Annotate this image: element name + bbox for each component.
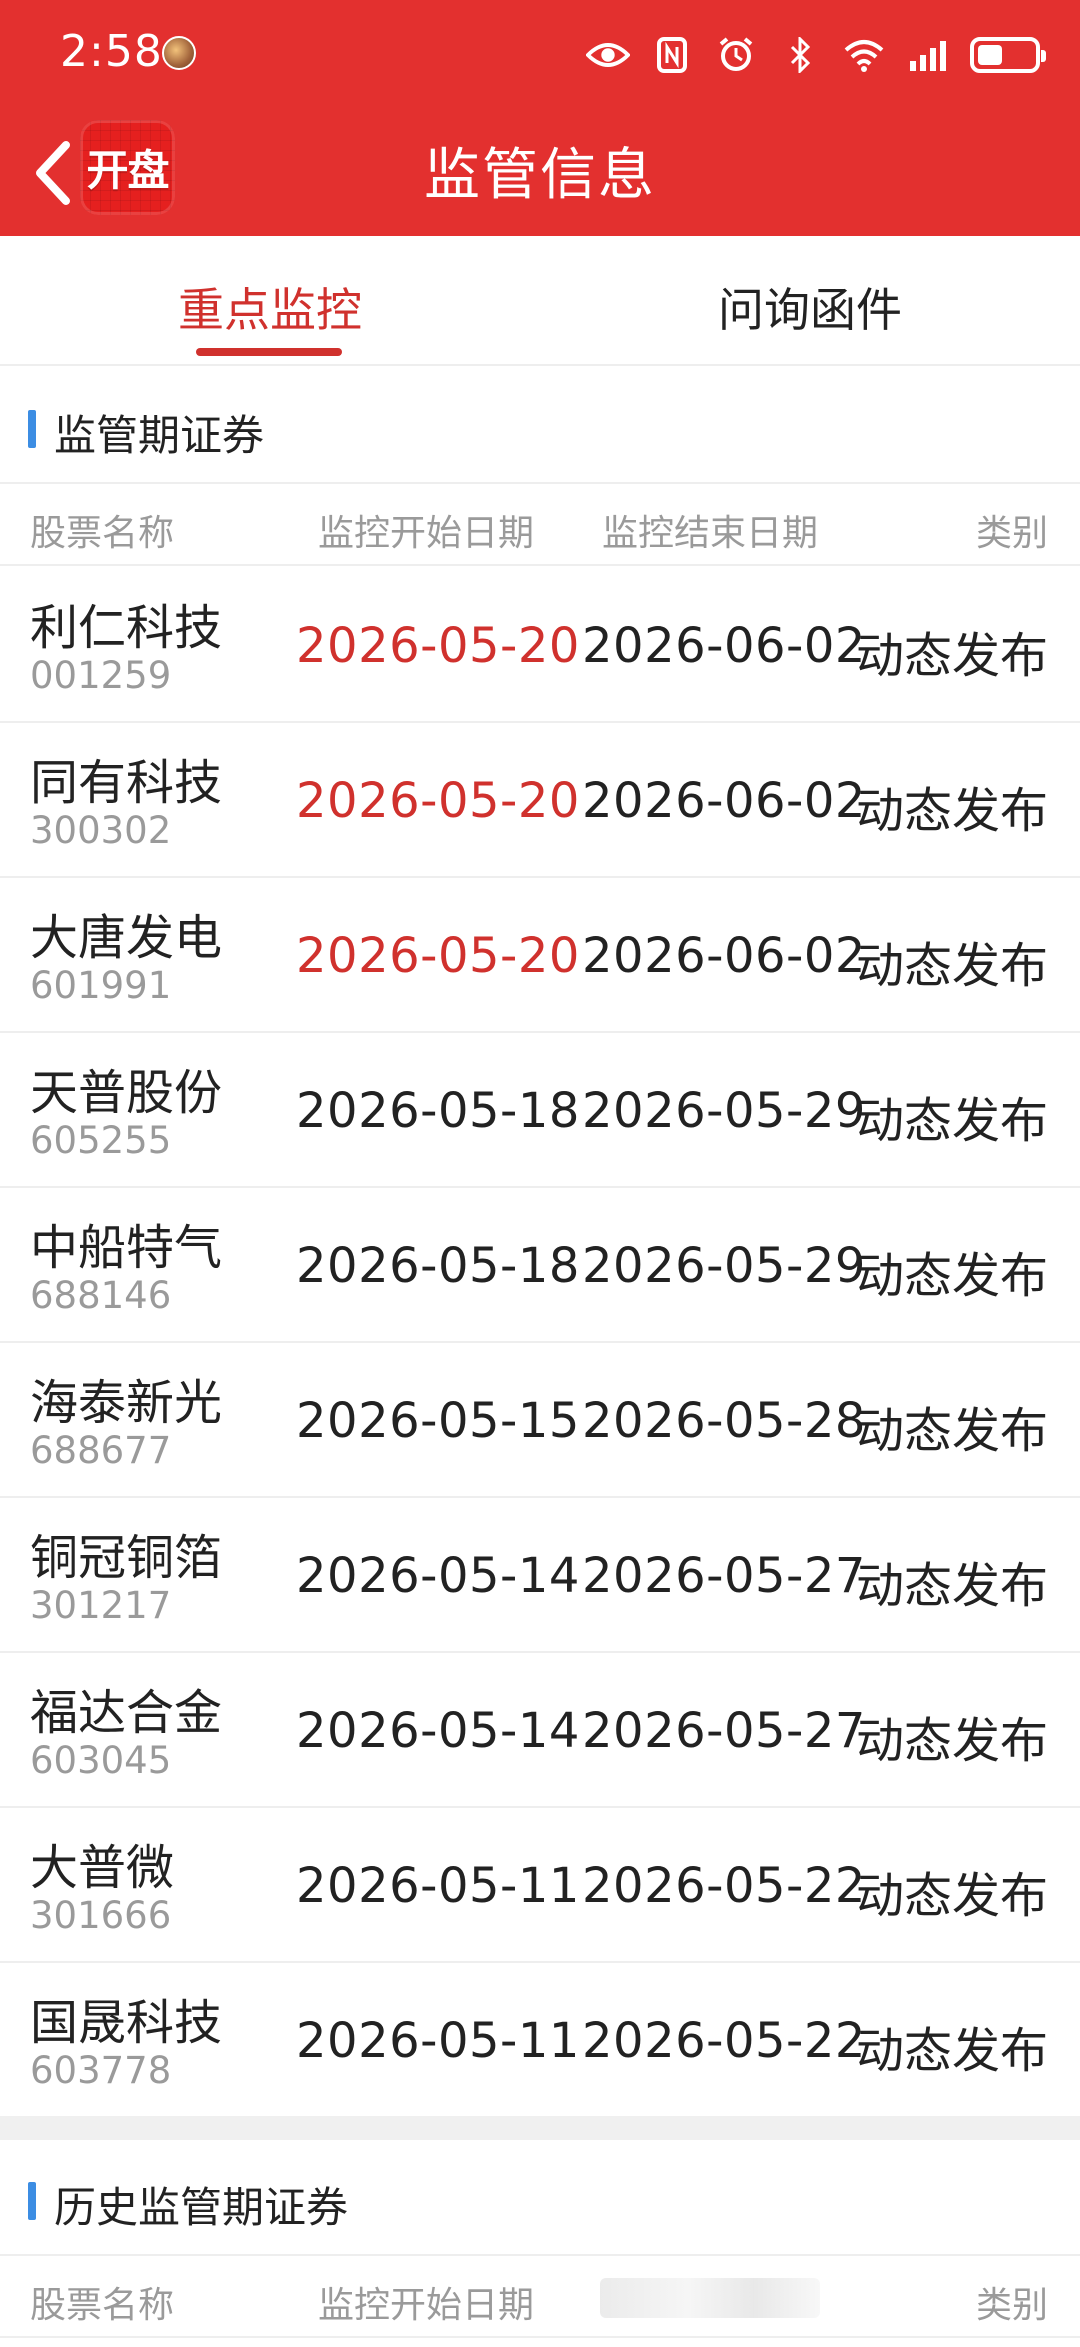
nfc-icon xyxy=(650,35,694,75)
stock-name: 国晟科技 xyxy=(30,1995,223,2051)
category: 动态发布 xyxy=(855,2023,1048,2079)
category: 动态发布 xyxy=(855,783,1048,839)
bluetooth-icon xyxy=(778,35,822,75)
end-date: 2026-05-22 xyxy=(582,2013,866,2069)
stock-name: 大唐发电 xyxy=(30,910,223,966)
start-date: 2026-05-20 xyxy=(296,618,580,674)
stock-code: 001259 xyxy=(30,654,172,697)
end-date: 2026-05-27 xyxy=(582,1548,866,1604)
end-date: 2026-05-28 xyxy=(582,1393,866,1449)
wifi-icon xyxy=(842,35,886,75)
stock-code: 300302 xyxy=(30,809,172,852)
alarm-icon xyxy=(714,35,758,75)
start-date: 2026-05-14 xyxy=(296,1703,580,1759)
table-row[interactable]: 同有科技 300302 2026-05-20 2026-06-02 动态发布 xyxy=(0,723,1080,878)
start-date: 2026-05-14 xyxy=(296,1548,580,1604)
column-header-row-history: 股票名称 监控开始日期 类别 xyxy=(0,2258,1080,2338)
table-row[interactable]: 福达合金 603045 2026-05-14 2026-05-27 动态发布 xyxy=(0,1653,1080,1808)
app-header: 2:58 开盘 监管信息 xyxy=(0,0,1080,236)
stock-code: 301666 xyxy=(30,1894,172,1937)
category: 动态发布 xyxy=(855,628,1048,684)
end-date: 2026-05-29 xyxy=(582,1083,866,1139)
column-header-name: 股票名称 xyxy=(30,2285,175,2326)
notification-avatar-icon xyxy=(162,36,196,70)
section-header-current: 监管期证券 xyxy=(0,368,1080,484)
column-header-name: 股票名称 xyxy=(30,513,175,554)
table-row[interactable]: 利仁科技 001259 2026-05-20 2026-06-02 动态发布 xyxy=(0,568,1080,723)
tab-inquiry-letters[interactable]: 问询函件 xyxy=(718,274,902,340)
column-header-start: 监控开始日期 xyxy=(318,2285,535,2326)
stock-code: 688146 xyxy=(30,1274,172,1317)
section-marker xyxy=(28,2182,36,2220)
stock-code: 603778 xyxy=(30,2049,172,2092)
column-header-end: 监控结束日期 xyxy=(602,513,819,554)
table-row[interactable]: 铜冠铜箔 301217 2026-05-14 2026-05-27 动态发布 xyxy=(0,1498,1080,1653)
stock-name: 海泰新光 xyxy=(30,1375,223,1431)
section-title: 监管期证券 xyxy=(54,411,265,460)
page-title: 监管信息 xyxy=(424,143,656,208)
end-date: 2026-06-02 xyxy=(582,618,866,674)
category: 动态发布 xyxy=(855,1868,1048,1924)
section-divider xyxy=(0,2116,1080,2140)
stock-name: 同有科技 xyxy=(30,755,223,811)
status-time: 2:58 xyxy=(60,26,163,77)
table-row[interactable]: 大普微 301666 2026-05-11 2026-05-22 动态发布 xyxy=(0,1808,1080,1963)
category: 动态发布 xyxy=(855,1713,1048,1769)
column-header-type: 类别 xyxy=(975,2285,1048,2326)
status-bar: 2:58 xyxy=(0,0,1080,110)
stock-name: 大普微 xyxy=(30,1840,175,1896)
status-icons xyxy=(586,30,1046,80)
category: 动态发布 xyxy=(855,1403,1048,1459)
end-date: 2026-05-27 xyxy=(582,1703,866,1759)
table-row[interactable]: 大唐发电 601991 2026-05-20 2026-06-02 动态发布 xyxy=(0,878,1080,1033)
stock-code: 301217 xyxy=(30,1584,172,1627)
column-header-start: 监控开始日期 xyxy=(318,513,535,554)
stock-code: 601991 xyxy=(30,964,172,1007)
eye-icon xyxy=(586,35,630,75)
active-tab-indicator xyxy=(196,348,342,356)
stock-name: 铜冠铜箔 xyxy=(30,1530,223,1586)
table-row[interactable]: 中船特气 688146 2026-05-18 2026-05-29 动态发布 xyxy=(0,1188,1080,1343)
start-date: 2026-05-18 xyxy=(296,1238,580,1294)
start-date: 2026-05-18 xyxy=(296,1083,580,1139)
column-header-row: 股票名称 监控开始日期 监控结束日期 类别 xyxy=(0,486,1080,566)
start-date: 2026-05-20 xyxy=(296,773,580,829)
stock-name: 天普股份 xyxy=(30,1065,223,1121)
stock-name: 中船特气 xyxy=(30,1220,223,1276)
category: 动态发布 xyxy=(855,1248,1048,1304)
stock-code: 688677 xyxy=(30,1429,172,1472)
blurred-column-header xyxy=(600,2278,820,2318)
battery-icon xyxy=(970,37,1046,73)
tab-key-monitoring[interactable]: 重点监控 xyxy=(178,274,362,340)
stock-name: 福达合金 xyxy=(30,1685,223,1741)
end-date: 2026-05-29 xyxy=(582,1238,866,1294)
stock-name: 利仁科技 xyxy=(30,600,223,656)
end-date: 2026-06-02 xyxy=(582,928,866,984)
table-row[interactable]: 海泰新光 688677 2026-05-15 2026-05-28 动态发布 xyxy=(0,1343,1080,1498)
start-date: 2026-05-11 xyxy=(296,1858,580,1914)
category: 动态发布 xyxy=(855,938,1048,994)
monitoring-table: 利仁科技 001259 2026-05-20 2026-06-02 动态发布 同… xyxy=(0,568,1080,2118)
start-date: 2026-05-20 xyxy=(296,928,580,984)
category: 动态发布 xyxy=(855,1093,1048,1149)
stock-code: 605255 xyxy=(30,1119,172,1162)
stock-code: 603045 xyxy=(30,1739,172,1782)
start-date: 2026-05-11 xyxy=(296,2013,580,2069)
section-marker xyxy=(28,410,36,448)
tab-bar: 重点监控 问询函件 xyxy=(0,236,1080,366)
start-date: 2026-05-15 xyxy=(296,1393,580,1449)
table-row[interactable]: 国晟科技 603778 2026-05-11 2026-05-22 动态发布 xyxy=(0,1963,1080,2118)
column-header-type: 类别 xyxy=(975,513,1048,554)
table-row[interactable]: 天普股份 605255 2026-05-18 2026-05-29 动态发布 xyxy=(0,1033,1080,1188)
signal-icon xyxy=(906,35,950,75)
section-title: 历史监管期证券 xyxy=(54,2183,349,2232)
end-date: 2026-05-22 xyxy=(582,1858,866,1914)
section-header-history: 历史监管期证券 xyxy=(0,2140,1080,2256)
category: 动态发布 xyxy=(855,1558,1048,1614)
end-date: 2026-06-02 xyxy=(582,773,866,829)
